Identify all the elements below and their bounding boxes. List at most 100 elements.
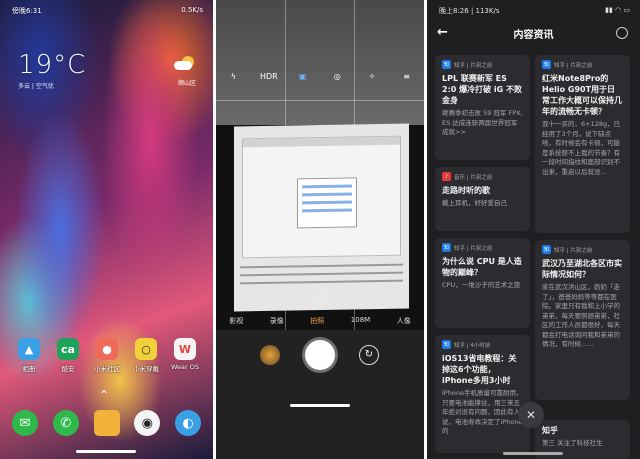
mi-wear-icon: ○ bbox=[135, 338, 157, 360]
card-source: 知乎 | 片刻之前 bbox=[454, 245, 493, 252]
card-subtitle: CPU，一堆沙子的艺术之旅 bbox=[442, 281, 521, 289]
zhihu-logo-icon: 知 bbox=[542, 245, 551, 254]
news-card[interactable]: 知知乎 | 片刻之前 武汉乃至湖北各区市实际情况如何？ 家在武汉洪山区，奶奶「走… bbox=[535, 240, 630, 400]
captured-toolbar bbox=[243, 136, 400, 148]
card-title: 武汉乃至湖北各区市实际情况如何？ bbox=[542, 259, 622, 279]
status-network: 0.5K/s bbox=[181, 6, 203, 14]
app-gallery[interactable]: ▲ 相册 bbox=[10, 338, 48, 373]
card-subtitle: 第三 关注了科技社生 bbox=[542, 439, 603, 447]
hdr-button[interactable]: HDR bbox=[260, 72, 278, 81]
card-title: 为什么说 CPU 是人造物的巅峰？ bbox=[442, 257, 522, 277]
mode-video[interactable]: 录像 bbox=[270, 316, 284, 326]
app-label: 酷安 bbox=[61, 365, 75, 373]
chevron-up-icon[interactable]: ⌃ bbox=[99, 388, 109, 402]
zhihu-logo-icon: 知 bbox=[442, 60, 451, 69]
card-source: 知乎 | 片刻之前 bbox=[454, 62, 493, 69]
card-source: 知乎 | 片刻之前 bbox=[554, 62, 593, 69]
card-subtitle: 家在武汉洪山区，奶奶「走了」，爸爸妈妈等等都在医院。家里只有我和上小学的弟弟，每… bbox=[542, 283, 620, 348]
zhihu-logo-icon: 知 bbox=[442, 340, 451, 349]
filter-icon[interactable]: ✧ bbox=[364, 72, 380, 81]
viewfinder[interactable] bbox=[234, 123, 409, 312]
card-source: 音乐 | 片刻之前 bbox=[454, 174, 493, 181]
card-title: LPL 联赛新军 ES 2:0 爆冷打破 iG 不败金身 bbox=[442, 74, 522, 105]
switch-camera-icon[interactable]: ↻ bbox=[359, 345, 379, 365]
card-source: 知乎 | 4小时前 bbox=[454, 342, 491, 349]
status-icons: ▮▮ ◠ ▭ bbox=[605, 6, 630, 14]
mode-photo[interactable]: 拍照 bbox=[310, 316, 324, 326]
captured-text-line bbox=[240, 263, 403, 269]
camera-panel: ϟ HDR ▣ ◎ ✧ ≡ 12 影视 录像 拍照 108M 人像 ↻ bbox=[216, 0, 424, 459]
captured-screen bbox=[242, 135, 401, 259]
zhihu-logo-icon: 知 bbox=[442, 243, 451, 252]
menu-icon[interactable]: ≡ bbox=[399, 72, 415, 81]
zhihu-logo-icon: 知 bbox=[542, 60, 551, 69]
home-indicator[interactable] bbox=[76, 450, 136, 453]
gallery-icon: ▲ bbox=[18, 338, 40, 360]
status-bar: 晚上8:26 | 113K/s ▮▮ ◠ ▭ bbox=[439, 6, 630, 16]
card-subtitle: 戴上耳机，好好爱自己 bbox=[442, 199, 507, 207]
cloudy-icon bbox=[174, 56, 196, 70]
app-wearos[interactable]: W Wear OS bbox=[166, 338, 204, 371]
music-logo-icon: ♪ bbox=[442, 172, 451, 181]
coolapk-icon: ca bbox=[57, 338, 79, 360]
camera-preview-top bbox=[216, 0, 424, 125]
mode-108m[interactable]: 108M bbox=[351, 316, 370, 326]
app-label: 小米社区 bbox=[94, 365, 120, 373]
app-mi-wear[interactable]: ○ 小米穿戴 bbox=[127, 338, 165, 373]
gallery-thumbnail[interactable] bbox=[260, 345, 280, 365]
news-card[interactable]: 知知乎 | 4小时前 iOS13省电教程：关掉这6个功能，iPhone多用3小时… bbox=[435, 335, 530, 453]
mode-film[interactable]: 影视 bbox=[229, 316, 243, 326]
home-screen-panel: 傍晚6:31 0.5K/s 19°C 多云 | 空气优 顺山区 ▲ 相册 ca … bbox=[0, 0, 213, 459]
page-title: 内容资讯 bbox=[513, 29, 554, 41]
app-label: 相册 bbox=[22, 365, 36, 373]
card-title: 红米Note8Pro的Helio G90T用于日常工作大概可以保持几年的流畅无卡… bbox=[542, 74, 622, 116]
dock: ✉ ✆ ◉ ◐ bbox=[12, 410, 201, 436]
camera-toolbar: ϟ HDR ▣ ◎ ✧ ≡ bbox=[216, 72, 424, 81]
settings-icon[interactable] bbox=[616, 27, 628, 39]
news-card[interactable]: 知知乎 | 片刻之前 红米Note8Pro的Helio G90T用于日常工作大概… bbox=[535, 55, 630, 233]
phone-icon[interactable]: ✆ bbox=[52, 410, 79, 436]
news-card[interactable]: 知知乎 | 片刻之前 为什么说 CPU 是人造物的巅峰？ CPU，一堆沙子的艺术… bbox=[435, 238, 530, 328]
weather-detail: 多云 | 空气优 bbox=[18, 83, 54, 90]
captured-dialog bbox=[297, 177, 357, 229]
captured-text-line bbox=[240, 271, 403, 277]
home-indicator[interactable] bbox=[290, 404, 350, 407]
camera-mode-selector: 影视 录像 拍照 108M 人像 bbox=[216, 316, 424, 326]
card-subtitle: 继赛季初击败 S9 冠军 FPX, ES 达成连斩两届世界冠军成就>> bbox=[442, 109, 523, 136]
grid-line bbox=[216, 100, 424, 101]
app-coolapk[interactable]: ca 酷安 bbox=[49, 338, 87, 373]
weather-city: 顺山区 bbox=[178, 80, 197, 87]
browser-icon[interactable]: ◐ bbox=[175, 410, 201, 436]
news-card[interactable]: ♪ 音乐 | 片刻之前 走路时听的歌 戴上耳机，好好爱自己 bbox=[435, 167, 530, 231]
notes-icon[interactable] bbox=[93, 410, 120, 436]
card-title: 走路时听的歌 bbox=[442, 186, 490, 195]
app-mi-community[interactable]: ● 小米社区 bbox=[88, 338, 126, 373]
flash-off-icon[interactable]: ϟ bbox=[225, 72, 241, 81]
mi-community-icon: ● bbox=[96, 338, 118, 360]
news-card[interactable]: 知知乎 | 片刻之前 LPL 联赛新军 ES 2:0 爆冷打破 iG 不败金身 … bbox=[435, 55, 530, 160]
app-label: Wear OS bbox=[170, 363, 199, 371]
motion-icon[interactable]: ◎ bbox=[329, 72, 345, 81]
status-time: 傍晚6:31 bbox=[12, 7, 42, 15]
card-source: 知乎 | 片刻之前 bbox=[554, 247, 593, 254]
status-bar: 傍晚6:31 0.5K/s bbox=[12, 6, 203, 16]
mode-portrait[interactable]: 人像 bbox=[397, 316, 411, 326]
zoom-indicator: 12 bbox=[310, 290, 328, 306]
card-subtitle: iPhone手机质量可靠耐用，只要电池能撑住，用三来五年绝对没有问题，因此有人说… bbox=[442, 389, 523, 435]
weather-temperature[interactable]: 19°C bbox=[18, 50, 86, 80]
card-title: iOS13省电教程：关掉这6个功能，iPhone多用3小时 bbox=[442, 354, 517, 385]
close-icon[interactable]: ✕ bbox=[518, 402, 544, 428]
back-arrow-icon[interactable]: ← bbox=[437, 22, 448, 44]
shutter-button[interactable] bbox=[305, 340, 335, 370]
card-subtitle: 双十一买的，6+128g，已经用了3个月，说下缺点哈，有时候会有卡顿，可能是系统… bbox=[542, 120, 621, 176]
card-title: 知乎 bbox=[542, 426, 558, 435]
status-time: 晚上8:26 | 113K/s bbox=[439, 7, 500, 15]
wechat-icon[interactable]: ✉ bbox=[12, 410, 38, 436]
wearos-icon: W bbox=[174, 338, 196, 360]
captured-text-line bbox=[240, 279, 403, 285]
ai-icon[interactable]: ▣ bbox=[295, 72, 311, 81]
news-header: ← 内容资讯 bbox=[427, 22, 640, 44]
camera-icon[interactable]: ◉ bbox=[134, 410, 161, 436]
app-label: 小米穿戴 bbox=[133, 365, 159, 373]
home-indicator[interactable] bbox=[503, 452, 563, 455]
